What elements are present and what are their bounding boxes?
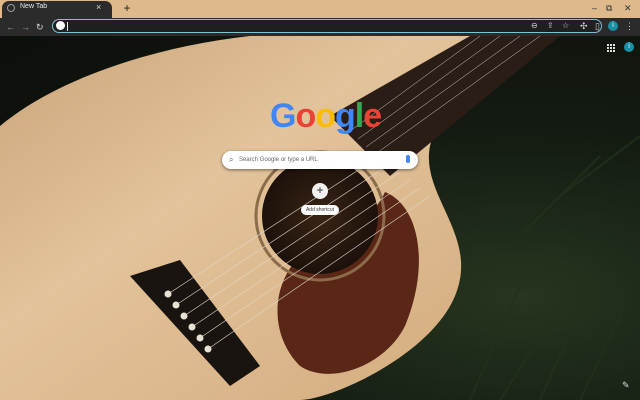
tab-favicon-icon: [7, 4, 15, 12]
bookmark-star-icon[interactable]: ☆: [562, 21, 569, 31]
reload-button[interactable]: ↻: [36, 21, 44, 33]
side-panel-icon[interactable]: ▯: [595, 21, 600, 31]
logo-letter: e: [363, 97, 382, 135]
customize-pencil-icon[interactable]: ✎: [622, 380, 630, 390]
tab-close-icon[interactable]: ×: [96, 2, 101, 12]
text-cursor: [67, 22, 68, 31]
apps-grid-icon[interactable]: [607, 44, 615, 52]
profile-avatar[interactable]: i: [608, 21, 618, 31]
zoom-icon[interactable]: ⊖: [531, 21, 538, 31]
extensions-icon[interactable]: ✣: [580, 21, 588, 31]
search-icon: ⌕: [229, 155, 234, 164]
new-tab-button[interactable]: +: [121, 2, 133, 15]
tab-title: New Tab: [20, 3, 48, 10]
new-tab-page: [0, 36, 640, 400]
logo-letter: G: [270, 97, 296, 135]
menu-icon[interactable]: ⋮: [625, 21, 634, 31]
back-button[interactable]: ←: [6, 21, 15, 33]
logo-letter: o: [295, 97, 316, 135]
search-placeholder: Search Google or type a URL: [239, 157, 318, 163]
ntp-profile-avatar[interactable]: i: [624, 42, 634, 52]
restore-button[interactable]: ⧉: [606, 3, 612, 13]
logo-letter: g: [335, 97, 356, 135]
minimize-button[interactable]: –: [592, 3, 597, 13]
share-icon[interactable]: ⇪: [547, 21, 554, 31]
add-shortcut-button[interactable]: +: [312, 183, 328, 199]
logo-letter: l: [354, 97, 365, 135]
guitar-background: [0, 36, 640, 400]
logo-letter: o: [315, 97, 336, 135]
microphone-icon[interactable]: [406, 155, 410, 163]
address-bar[interactable]: [52, 19, 602, 33]
close-window-button[interactable]: ✕: [624, 3, 632, 13]
add-shortcut-label[interactable]: Add shortcut: [301, 205, 339, 215]
forward-button[interactable]: →: [21, 21, 30, 33]
google-logo: Google: [270, 97, 382, 135]
google-icon: [56, 21, 65, 30]
